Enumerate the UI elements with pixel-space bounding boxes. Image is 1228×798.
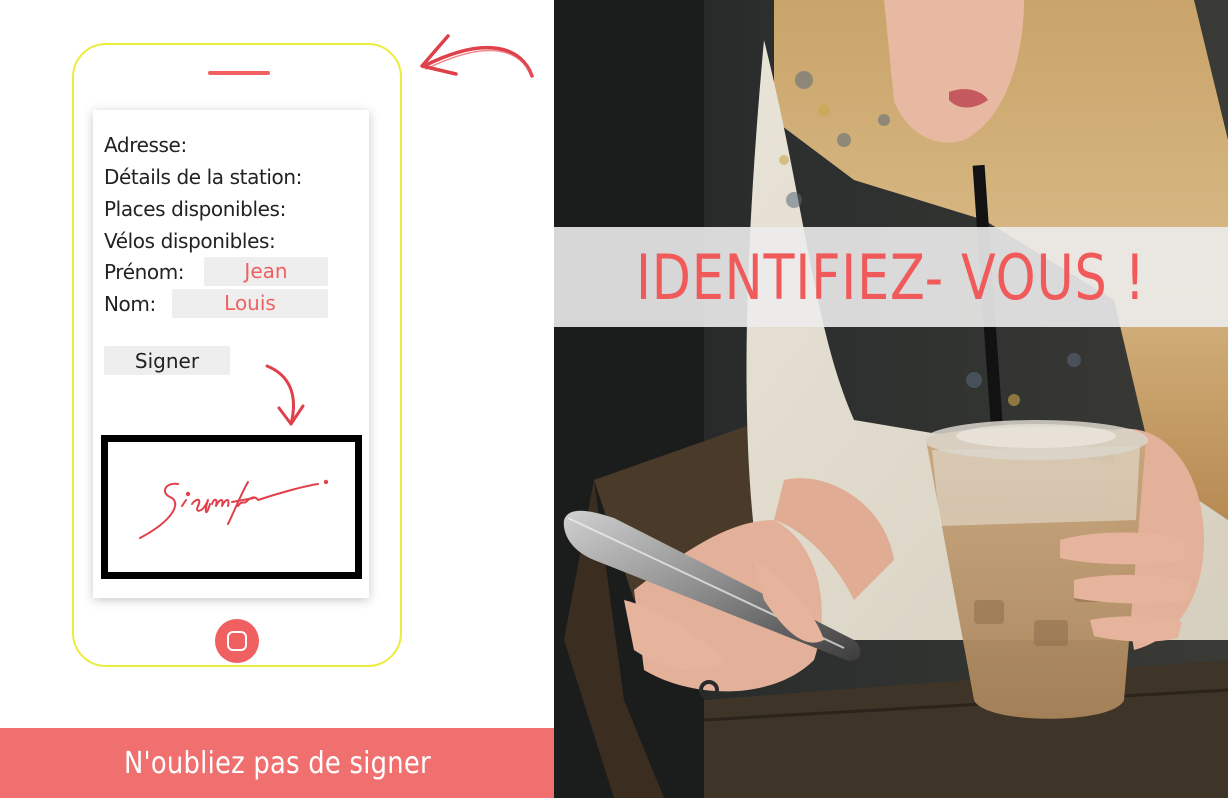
phone-speaker	[208, 71, 270, 75]
pointer-arrow-icon	[420, 34, 534, 78]
available-bikes-label: Vélos disponibles:	[104, 229, 276, 253]
first-name-label: Prénom:	[104, 260, 185, 284]
heading-band: IDENTIFIEZ- VOUS !	[554, 227, 1228, 327]
signature-canvas[interactable]	[101, 435, 362, 579]
address-label: Adresse:	[104, 133, 187, 157]
hero-heading: IDENTIFIEZ- VOUS !	[636, 240, 1146, 314]
hero-illustration	[554, 0, 1228, 798]
sign-button[interactable]: Signer	[104, 346, 230, 375]
down-arrow-icon	[265, 364, 305, 426]
signature-drawing	[139, 479, 329, 539]
left-panel: Adresse: Détails de la station: Places d…	[0, 0, 554, 798]
reminder-banner: N'oubliez pas de signer	[0, 728, 554, 798]
available-places-label: Places disponibles:	[104, 197, 286, 221]
first-name-field[interactable]: Jean	[204, 257, 328, 286]
station-details-label: Détails de la station:	[104, 165, 302, 189]
last-name-label: Nom:	[104, 292, 156, 316]
reminder-text: N'oubliez pas de signer	[123, 745, 431, 781]
phone-screen: Adresse: Détails de la station: Places d…	[93, 110, 369, 598]
hero-photo	[554, 0, 1228, 798]
home-button[interactable]	[215, 619, 259, 663]
last-name-field[interactable]: Louis	[172, 289, 328, 318]
